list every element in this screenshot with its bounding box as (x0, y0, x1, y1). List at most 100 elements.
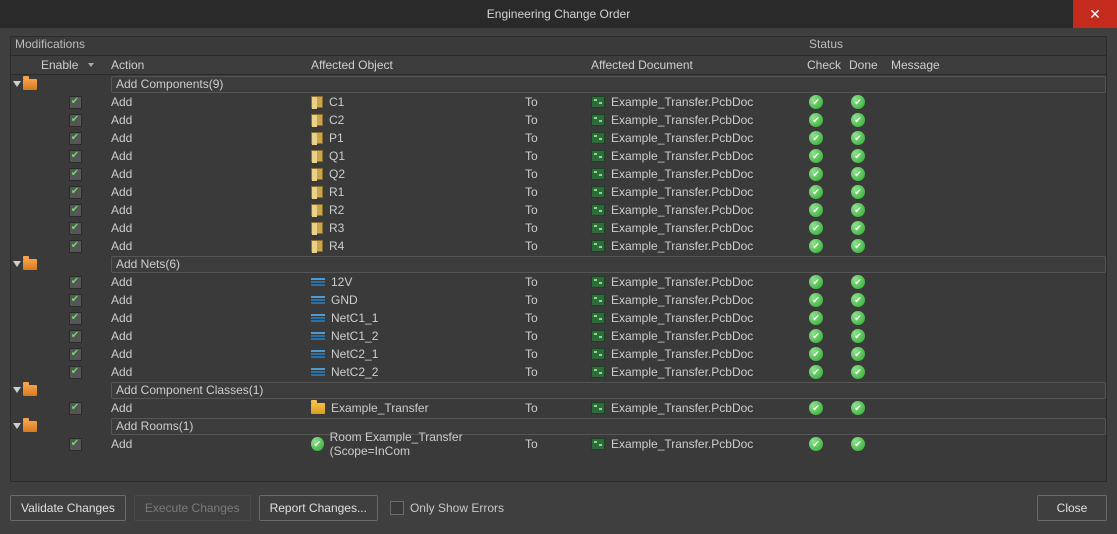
net-icon (311, 332, 325, 340)
eco-row[interactable]: AddR3ToExample_Transfer.PcbDoc (11, 219, 1106, 237)
eco-row[interactable]: Add12VToExample_Transfer.PcbDoc (11, 273, 1106, 291)
report-changes-button[interactable]: Report Changes... (259, 495, 378, 521)
close-button[interactable]: Close (1037, 495, 1107, 521)
col-affected-document[interactable]: Affected Document (591, 58, 807, 72)
enable-checkbox[interactable] (69, 204, 82, 217)
col-affected-object[interactable]: Affected Object (311, 58, 525, 72)
eco-row[interactable]: AddC1ToExample_Transfer.PcbDoc (11, 93, 1106, 111)
check-icon (809, 95, 823, 109)
group-row[interactable]: Add Component Classes(1) (11, 381, 1106, 399)
done-icon (851, 347, 865, 361)
pcbdoc-icon (591, 96, 605, 108)
eco-row[interactable]: AddR1ToExample_Transfer.PcbDoc (11, 183, 1106, 201)
eco-row[interactable]: AddNetC1_1ToExample_Transfer.PcbDoc (11, 309, 1106, 327)
eco-row[interactable]: AddQ2ToExample_Transfer.PcbDoc (11, 165, 1106, 183)
check-icon (809, 185, 823, 199)
enable-checkbox[interactable] (69, 330, 82, 343)
only-show-errors-checkbox[interactable]: Only Show Errors (390, 501, 504, 515)
footer: Validate Changes Execute Changes Report … (0, 488, 1117, 528)
done-icon (851, 329, 865, 343)
to-label: To (525, 95, 591, 109)
enable-checkbox[interactable] (69, 294, 82, 307)
action-cell: Add (111, 311, 311, 325)
action-cell: Add (111, 113, 311, 127)
enable-checkbox[interactable] (69, 438, 82, 451)
eco-row[interactable]: AddNetC1_2ToExample_Transfer.PcbDoc (11, 327, 1106, 345)
group-label: Add Nets(6) (116, 257, 180, 271)
doc-name: Example_Transfer.PcbDoc (611, 437, 753, 451)
to-label: To (525, 275, 591, 289)
enable-checkbox[interactable] (69, 348, 82, 361)
enable-checkbox[interactable] (69, 402, 82, 415)
folder-icon (23, 421, 37, 432)
to-label: To (525, 239, 591, 253)
group-row[interactable]: Add Rooms(1) (11, 417, 1106, 435)
net-icon (311, 296, 325, 304)
object-name: 12V (331, 275, 352, 289)
group-row[interactable]: Add Nets(6) (11, 255, 1106, 273)
doc-name: Example_Transfer.PcbDoc (611, 329, 753, 343)
enable-checkbox[interactable] (69, 312, 82, 325)
eco-row[interactable]: AddRoom Example_Transfer (Scope=InComToE… (11, 435, 1106, 453)
group-row[interactable]: Add Components(9) (11, 75, 1106, 93)
enable-checkbox[interactable] (69, 186, 82, 199)
eco-row[interactable]: AddQ1ToExample_Transfer.PcbDoc (11, 147, 1106, 165)
pcbdoc-icon (591, 168, 605, 180)
enable-checkbox[interactable] (69, 240, 82, 253)
col-enable[interactable]: Enable (39, 58, 111, 72)
eco-row[interactable]: AddC2ToExample_Transfer.PcbDoc (11, 111, 1106, 129)
window-close-button[interactable]: ✕ (1073, 0, 1117, 28)
enable-checkbox[interactable] (69, 366, 82, 379)
doc-name: Example_Transfer.PcbDoc (611, 131, 753, 145)
done-icon (851, 365, 865, 379)
eco-row[interactable]: AddNetC2_1ToExample_Transfer.PcbDoc (11, 345, 1106, 363)
expander-icon[interactable] (13, 261, 21, 267)
eco-grid[interactable]: Add Components(9) Add C1 To Example_Transfer… (11, 75, 1106, 481)
object-name: C1 (329, 95, 344, 109)
action-cell: Add (111, 149, 311, 163)
action-cell: Add (111, 365, 311, 379)
pcbdoc-icon (591, 366, 605, 378)
component-icon (311, 240, 323, 252)
doc-name: Example_Transfer.PcbDoc (611, 365, 753, 379)
expander-icon[interactable] (13, 387, 21, 393)
check-icon (809, 311, 823, 325)
sort-indicator-icon (88, 63, 94, 67)
window-title: Engineering Change Order (0, 7, 1117, 21)
to-label: To (525, 167, 591, 181)
title-bar: Engineering Change Order ✕ (0, 0, 1117, 28)
room-icon (311, 437, 324, 451)
doc-name: Example_Transfer.PcbDoc (611, 293, 753, 307)
enable-checkbox[interactable] (69, 222, 82, 235)
col-done[interactable]: Done (849, 58, 891, 72)
enable-checkbox[interactable] (69, 114, 82, 127)
expander-icon[interactable] (13, 81, 21, 87)
eco-row[interactable]: AddGNDToExample_Transfer.PcbDoc (11, 291, 1106, 309)
action-cell: Add (111, 221, 311, 235)
object-name: Q1 (329, 149, 345, 163)
validate-changes-button[interactable]: Validate Changes (10, 495, 126, 521)
eco-row[interactable]: AddR2ToExample_Transfer.PcbDoc (11, 201, 1106, 219)
enable-checkbox[interactable] (69, 96, 82, 109)
col-action[interactable]: Action (111, 58, 311, 72)
object-name: R4 (329, 239, 344, 253)
enable-checkbox[interactable] (69, 150, 82, 163)
eco-row[interactable]: AddR4ToExample_Transfer.PcbDoc (11, 237, 1106, 255)
enable-checkbox[interactable] (69, 168, 82, 181)
eco-row[interactable]: AddNetC2_2ToExample_Transfer.PcbDoc (11, 363, 1106, 381)
net-icon (311, 314, 325, 322)
enable-checkbox[interactable] (69, 276, 82, 289)
execute-changes-button[interactable]: Execute Changes (134, 495, 251, 521)
col-message[interactable]: Message (891, 58, 1106, 72)
doc-name: Example_Transfer.PcbDoc (611, 185, 753, 199)
col-check[interactable]: Check (807, 58, 849, 72)
pcbdoc-icon (591, 276, 605, 288)
eco-row[interactable]: AddExample_TransferToExample_Transfer.Pc… (11, 399, 1106, 417)
doc-name: Example_Transfer.PcbDoc (611, 203, 753, 217)
pcbdoc-icon (591, 402, 605, 414)
action-cell: Add (111, 185, 311, 199)
expander-icon[interactable] (13, 423, 21, 429)
eco-row[interactable]: AddP1ToExample_Transfer.PcbDoc (11, 129, 1106, 147)
enable-checkbox[interactable] (69, 132, 82, 145)
doc-name: Example_Transfer.PcbDoc (611, 311, 753, 325)
